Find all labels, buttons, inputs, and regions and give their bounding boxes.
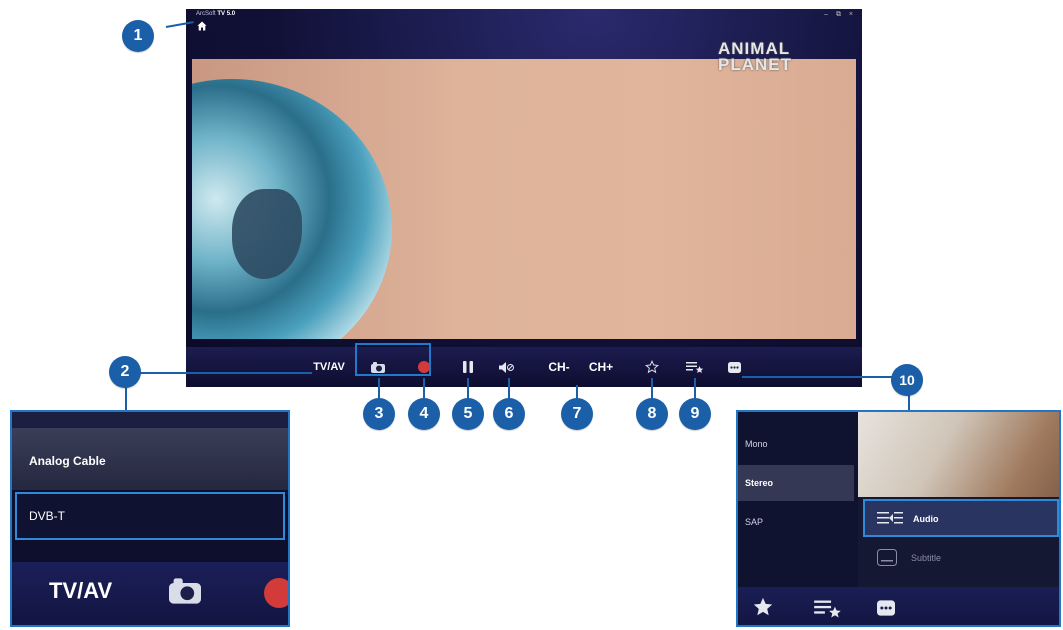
channel-logo: ANIMAL PLANET [718,40,792,74]
source-item-label: DVB-T [29,509,65,523]
subtitle-icon [877,549,897,566]
callout-5-line [467,378,469,400]
control-bar: TV/AV CH- CH+ [186,347,862,387]
favorite-list-icon[interactable] [814,599,842,619]
channel-logo-line2: PLANET [718,55,792,74]
star-outline-icon [645,360,659,374]
callout-1: 1 [122,20,154,52]
callout-8-line [651,378,653,400]
more-options-button[interactable] [724,347,744,387]
source-item-label: Analog Cable [29,454,106,468]
menu-item-subtitle[interactable]: Subtitle [863,540,1059,578]
callout-10-line [742,376,892,378]
menu-item-label: Audio [913,514,939,524]
more-icon [727,361,741,373]
app-title-version: TV 5.0 [217,11,236,17]
audio-channel-stereo[interactable]: Stereo [738,465,854,501]
audio-channel-label: SAP [745,517,764,527]
camera-icon[interactable] [169,578,201,604]
callout-5: 5 [452,398,484,430]
tvav-button[interactable]: TV/AV [304,347,354,387]
title-bar: ArcSoft TV 5.0 – ⧉ × [186,9,862,29]
channel-buttons-highlight [355,343,431,376]
audio-channel-sap[interactable]: SAP [738,504,854,540]
source-menu-zoom: Analog Cable DVB-T TV/AV [10,410,290,627]
window-controls[interactable]: – ⧉ × [824,11,856,19]
callout-6-line [508,378,510,400]
audio-channel-list: Mono Stereo SAP [738,412,858,587]
audio-track-icon [877,512,903,524]
record-icon[interactable] [264,578,288,608]
tv-window: ArcSoft TV 5.0 – ⧉ × ANIMAL PLANET TV/AV [186,9,862,387]
channel-down-button[interactable]: CH- [542,347,576,387]
audio-channel-mono[interactable]: Mono [738,426,854,462]
zoomed-control-bar [738,587,1059,625]
callout-3-line [378,378,380,400]
mute-button[interactable] [496,347,518,387]
audio-channel-label: Mono [745,439,768,449]
callout-7: 7 [561,398,593,430]
mute-icon [499,361,514,373]
favorite-list-icon [686,361,704,373]
zoomed-tvav-button[interactable]: TV/AV [49,578,112,604]
zoomed-control-bar: TV/AV [12,562,288,625]
menu-item-label: Subtitle [911,553,942,563]
callout-4: 4 [408,398,440,430]
callout-4-line [423,378,425,400]
source-menu-top [12,412,288,428]
star-icon[interactable] [752,596,774,618]
callout-8: 8 [636,398,668,430]
channel-up-button[interactable]: CH+ [584,347,618,387]
app-title: ArcSoft TV 5.0 [196,11,235,17]
pause-icon [463,361,473,373]
callout-2-line-down [125,386,127,411]
callout-6: 6 [493,398,525,430]
app-title-prefix: ArcSoft [196,11,216,17]
more-icon[interactable] [877,600,895,616]
callout-2-line [140,372,312,374]
home-icon[interactable] [197,21,207,31]
callout-9-line [694,378,696,400]
source-item-dvb-t[interactable]: DVB-T [15,492,285,540]
source-item-analog-cable[interactable]: Analog Cable [12,428,288,490]
audio-channel-label: Stereo [745,478,774,488]
video-area [192,59,856,339]
callout-9: 9 [679,398,711,430]
callout-3: 3 [363,398,395,430]
callout-2: 2 [109,356,141,388]
callout-10: 10 [891,364,923,396]
audio-menu-zoom: Mono Stereo SAP Audio Subtitle [736,410,1061,627]
menu-item-audio[interactable]: Audio [863,499,1059,537]
